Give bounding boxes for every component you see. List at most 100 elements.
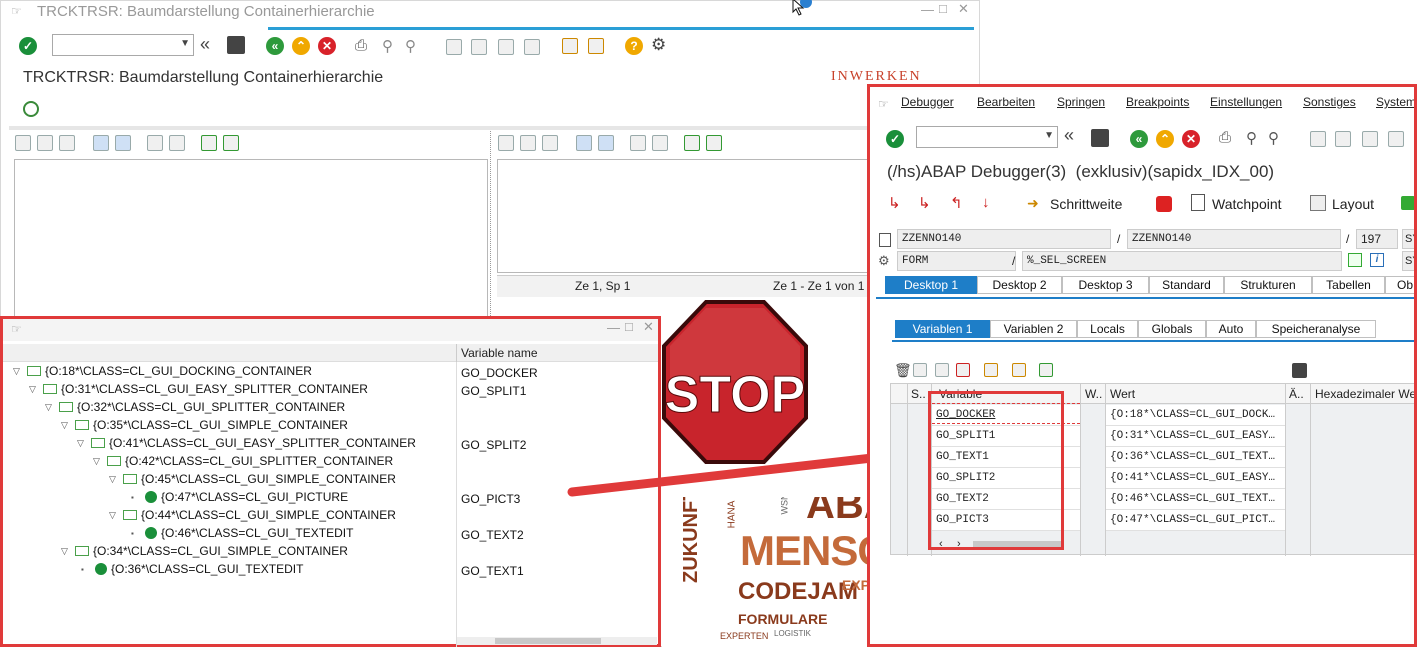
close-icon[interactable]: ✕ <box>958 1 969 17</box>
window-menu-icon[interactable]: ☞ <box>11 4 22 18</box>
event-name-field[interactable]: %_SEL_SCREEN <box>1022 251 1342 271</box>
cancel-icon[interactable]: ✕ <box>318 37 336 55</box>
sort-icon[interactable] <box>984 363 998 377</box>
find-icon[interactable]: ⚲ <box>382 37 393 55</box>
tab-auto[interactable]: Auto <box>1206 320 1256 338</box>
back-double-icon[interactable]: « <box>1064 125 1074 146</box>
step-into-icon[interactable]: ↳ <box>888 194 901 212</box>
breakpoint-icon[interactable] <box>1401 196 1414 210</box>
back-double-icon[interactable]: « <box>200 34 210 55</box>
tab-desktop-2[interactable]: Desktop 2 <box>977 276 1062 294</box>
tree-row[interactable]: ▽ {O:18*\CLASS=CL_GUI_DOCKING_CONTAINER G… <box>3 364 658 382</box>
header-s[interactable]: S.. <box>911 387 926 401</box>
last-page-icon[interactable] <box>1388 131 1404 147</box>
column-header-variable-name[interactable]: Variable name <box>461 346 538 360</box>
table-row-wert[interactable]: {O:31*\CLASS=CL_GUI_EASY… <box>1106 426 1285 447</box>
info-icon[interactable]: i <box>1370 253 1384 267</box>
layout-button[interactable]: Layout <box>1332 196 1374 212</box>
table-row-wert[interactable]: {O:18*\CLASS=CL_GUI_DOCK… <box>1106 405 1285 426</box>
maximize-icon[interactable]: □ <box>625 319 633 334</box>
sy-field-2[interactable]: SY <box>1402 251 1414 271</box>
redo-icon[interactable] <box>598 135 614 151</box>
watchpoint-button[interactable]: Watchpoint <box>1212 196 1282 212</box>
continue-icon[interactable]: ↓ <box>982 194 990 211</box>
minimize-icon[interactable]: — <box>921 2 934 17</box>
load-icon[interactable] <box>201 135 217 151</box>
find-icon[interactable] <box>147 135 163 151</box>
column-divider[interactable] <box>456 344 457 362</box>
filter-icon[interactable] <box>1039 363 1053 377</box>
right-text-area[interactable] <box>497 159 871 273</box>
step-size-button[interactable]: Schrittweite <box>1050 196 1122 212</box>
export-icon[interactable] <box>706 135 722 151</box>
first-page-icon[interactable] <box>1310 131 1326 147</box>
minimize-icon[interactable]: — <box>607 320 620 335</box>
collapse-icon[interactable]: ▽ <box>109 510 119 521</box>
menu-bearbeiten[interactable]: Bearbeiten <box>977 95 1035 109</box>
menu-sonstiges[interactable]: Sonstiges <box>1303 95 1356 109</box>
scrollbar-thumb[interactable] <box>495 638 601 644</box>
save-icon[interactable] <box>1292 363 1307 378</box>
header-a[interactable]: Ä.. <box>1289 387 1304 401</box>
sy-field-1[interactable]: SY <box>1402 229 1414 249</box>
print-icon[interactable]: ⎙ <box>1219 129 1231 146</box>
paste-icon[interactable] <box>542 135 558 151</box>
left-text-area[interactable] <box>14 159 488 319</box>
print-icon[interactable]: ⎙ <box>355 37 367 54</box>
table-row-wert[interactable]: {O:47*\CLASS=CL_GUI_PICT… <box>1106 510 1285 531</box>
find-next-icon[interactable] <box>169 135 185 151</box>
watchpoint-icon[interactable] <box>1191 194 1205 211</box>
exit-icon[interactable]: ⌃ <box>1156 130 1174 148</box>
cut-icon[interactable] <box>498 135 514 151</box>
enter-icon[interactable]: ✓ <box>886 130 904 148</box>
maximize-icon[interactable]: □ <box>939 1 947 16</box>
export-icon[interactable] <box>223 135 239 151</box>
new-session-icon[interactable] <box>562 38 578 54</box>
next-page-icon[interactable] <box>1362 131 1378 147</box>
collapse-icon[interactable]: ▽ <box>29 384 39 395</box>
event-type-field[interactable]: FORM <box>897 251 1016 271</box>
collapse-icon[interactable]: ▽ <box>45 402 55 413</box>
back-icon[interactable]: « <box>266 37 284 55</box>
cancel-icon[interactable]: ✕ <box>1182 130 1200 148</box>
last-page-icon[interactable] <box>524 39 540 55</box>
splitter-handle[interactable] <box>490 131 494 316</box>
first-page-icon[interactable] <box>446 39 462 55</box>
horizontal-scrollbar[interactable] <box>457 637 657 645</box>
step-over-icon[interactable]: ↳ <box>918 194 931 212</box>
collapse-icon[interactable]: ▽ <box>13 366 23 377</box>
close-icon[interactable]: ✕ <box>643 319 654 335</box>
find-next-icon[interactable]: ⚲ <box>405 37 416 55</box>
next-page-icon[interactable] <box>498 39 514 55</box>
tree-row[interactable]: ▽ {O:44*\CLASS=CL_GUI_SIMPLE_CONTAINER <box>3 508 658 526</box>
include-field[interactable]: ZZENNO140 <box>1127 229 1341 249</box>
cut-icon[interactable] <box>15 135 31 151</box>
find-next-icon[interactable] <box>652 135 668 151</box>
paste-icon[interactable] <box>59 135 75 151</box>
header-w[interactable]: W.. <box>1085 387 1102 401</box>
append-row-icon[interactable] <box>935 363 949 377</box>
prev-page-icon[interactable] <box>471 39 487 55</box>
tab-desktop-3[interactable]: Desktop 3 <box>1062 276 1149 294</box>
find-next-icon[interactable]: ⚲ <box>1268 129 1279 147</box>
load-icon[interactable] <box>684 135 700 151</box>
menu-breakpoints[interactable]: Breakpoints <box>1126 95 1189 109</box>
collapse-icon[interactable]: ▽ <box>61 420 71 431</box>
tree-row[interactable]: ▽ {O:34*\CLASS=CL_GUI_SIMPLE_CONTAINER <box>3 544 658 562</box>
menu-debugger[interactable]: Debugger <box>901 95 954 109</box>
delete-icon[interactable]: 🗑 <box>894 362 912 379</box>
line-field[interactable]: 197 <box>1356 229 1398 249</box>
insert-row-icon[interactable] <box>913 363 927 377</box>
tab-locals[interactable]: Locals <box>1077 320 1138 338</box>
redo-icon[interactable] <box>115 135 131 151</box>
menu-einstellungen[interactable]: Einstellungen <box>1210 95 1282 109</box>
prev-page-icon[interactable] <box>1335 131 1351 147</box>
table-row-wert[interactable]: {O:36*\CLASS=CL_GUI_TEXT… <box>1106 447 1285 468</box>
step-return-icon[interactable]: ↰ <box>950 194 963 212</box>
header-wert[interactable]: Wert <box>1110 387 1135 401</box>
copy-icon[interactable] <box>37 135 53 151</box>
tree-row[interactable]: ▽ {O:31*\CLASS=CL_GUI_EASY_SPLITTER_CONTA… <box>3 382 658 400</box>
find-icon[interactable]: ⚲ <box>1246 129 1257 147</box>
command-field[interactable]: ▼ <box>916 126 1058 148</box>
collapse-icon[interactable]: ▽ <box>93 456 103 467</box>
